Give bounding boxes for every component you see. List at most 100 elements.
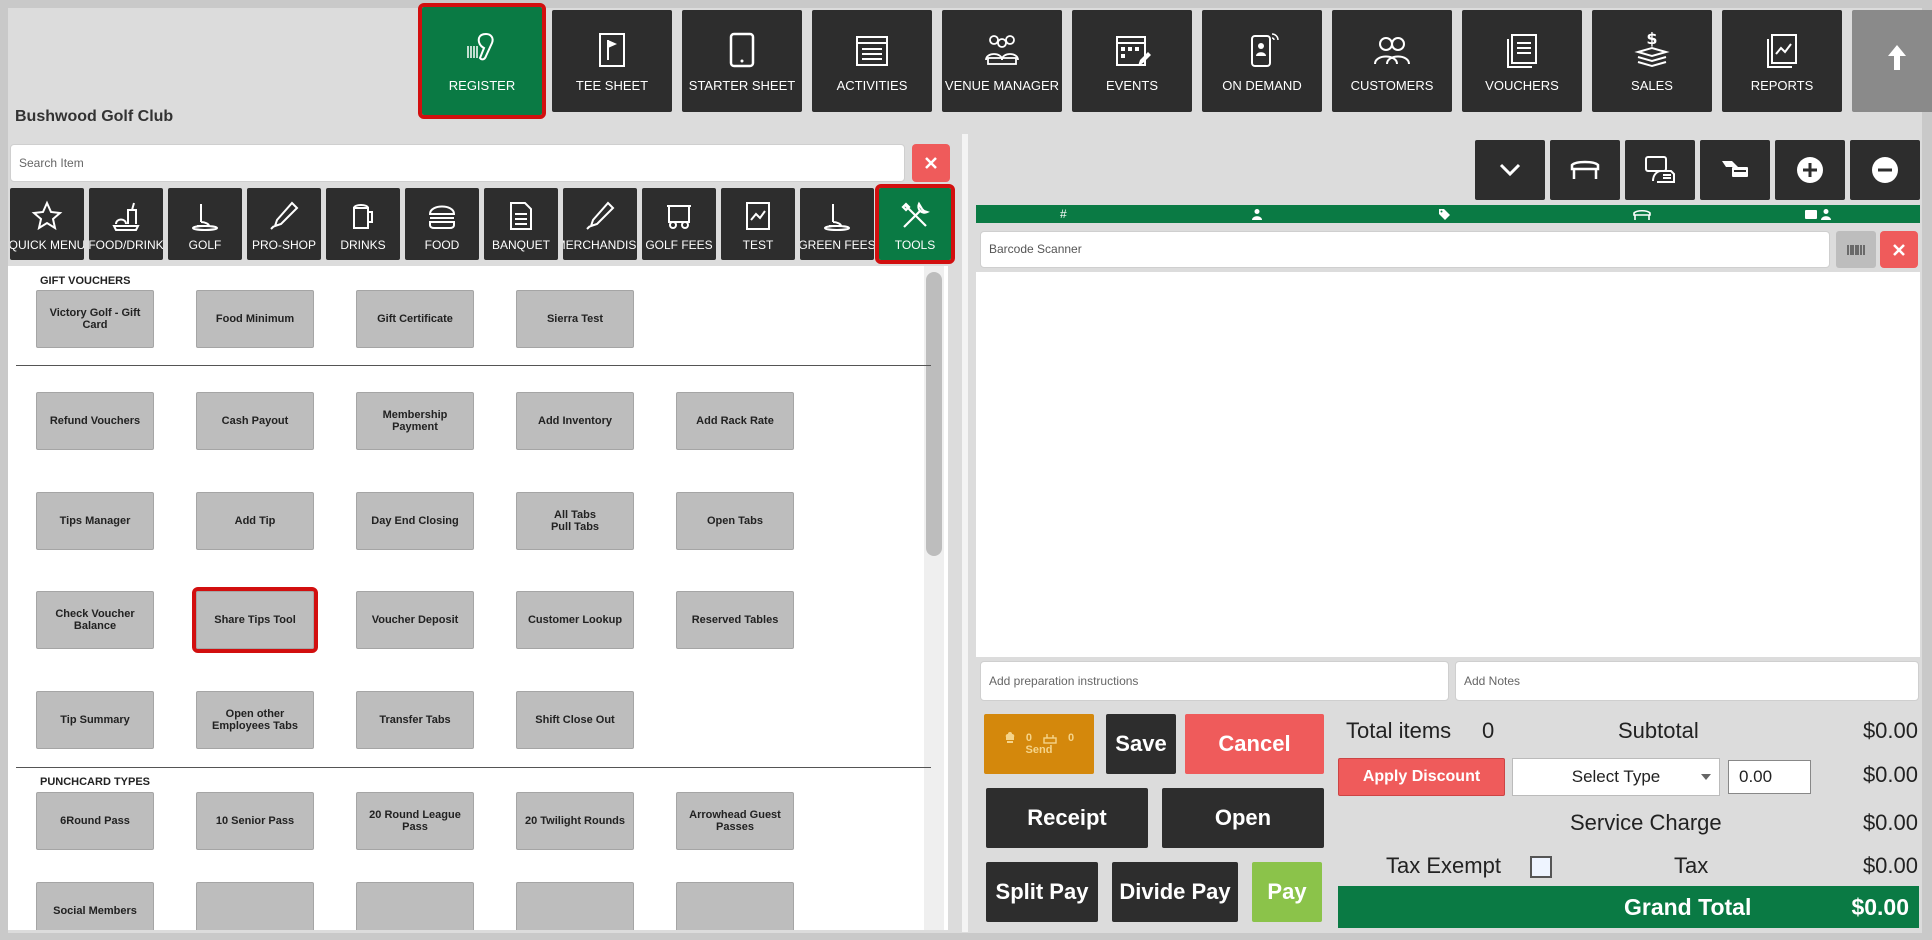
split-pay-button[interactable]: Split Pay [986, 862, 1098, 922]
total-items-label: Total items [1346, 718, 1452, 743]
receipt-button[interactable]: Receipt [986, 788, 1148, 848]
grand-total-label: Grand Total [1624, 894, 1752, 920]
nav-register[interactable]: REGISTER [418, 3, 546, 119]
item-tile[interactable]: Open other Employees Tabs [196, 691, 314, 749]
divide-pay-button[interactable]: Divide Pay [1112, 862, 1238, 922]
item-tile[interactable]: Tips Manager [36, 492, 154, 550]
beer-icon [353, 204, 373, 229]
send-count: 0 [1025, 732, 1032, 744]
item-tile[interactable]: Voucher Deposit [356, 591, 474, 649]
share-tips-tool-tile[interactable]: Share Tips Tool [192, 587, 318, 653]
pay-card-button[interactable] [1700, 140, 1770, 200]
category-drinks[interactable]: DRINKS [326, 188, 400, 260]
expand-button[interactable] [1475, 140, 1545, 200]
item-panel: Search Item QUICK MENU FOOD/DRINK GOLF P… [8, 140, 958, 930]
item-tile[interactable]: Add Rack Rate [676, 392, 794, 450]
category-tools[interactable]: TOOLS [875, 184, 955, 264]
search-input[interactable]: Search Item [10, 144, 905, 182]
nav-on-demand[interactable]: ON DEMAND [1202, 10, 1322, 112]
item-tile[interactable] [516, 882, 634, 930]
item-tile[interactable]: Gift Certificate [356, 290, 474, 348]
pay-button[interactable]: Pay [1252, 862, 1322, 922]
hand-card-button[interactable] [1625, 140, 1695, 200]
cancel-button[interactable]: Cancel [1185, 714, 1324, 774]
item-tile[interactable]: 6Round Pass [36, 792, 154, 850]
order-column-header: # [976, 205, 1920, 223]
item-tile[interactable]: Reserved Tables [676, 591, 794, 649]
category-banquet[interactable]: BANQUET [484, 188, 558, 260]
scrollbar-thumb[interactable] [926, 272, 942, 556]
category-golf-fees[interactable]: GOLF FEES [642, 188, 716, 260]
item-tile[interactable]: Cash Payout [196, 392, 314, 450]
item-tile[interactable]: Social Members [36, 882, 154, 930]
item-tile[interactable]: Open Tabs [676, 492, 794, 550]
item-tile[interactable]: 10 Senior Pass [196, 792, 314, 850]
nav-customers[interactable]: CUSTOMERS [1332, 10, 1452, 112]
category-pro-shop[interactable]: PRO-SHOP [247, 188, 321, 260]
category-label: BANQUET [491, 238, 550, 252]
table-icon [1633, 209, 1651, 220]
subtotal-label: Subtotal [1618, 718, 1699, 743]
category-test[interactable]: TEST [721, 188, 795, 260]
item-tile[interactable]: Day End Closing [356, 492, 474, 550]
nav-starter-sheet[interactable]: STARTER SHEET [682, 10, 802, 112]
discount-value-input[interactable]: 0.00 [1728, 760, 1811, 794]
item-tile[interactable]: All Tabs Pull Tabs [516, 492, 634, 550]
category-label: GREEN FEES [800, 238, 874, 252]
notes-input[interactable]: Add Notes [1455, 661, 1919, 701]
category-quick-menu[interactable]: QUICK MENU [10, 188, 84, 260]
tax-exempt-checkbox[interactable] [1530, 856, 1552, 878]
item-tile[interactable]: Customer Lookup [516, 591, 634, 649]
open-button[interactable]: Open [1162, 788, 1324, 848]
discount-type-select[interactable]: Select Type [1512, 758, 1720, 796]
item-tile[interactable]: Membership Payment [356, 392, 474, 450]
item-tile[interactable]: Add Tip [196, 492, 314, 550]
clear-search-button[interactable] [912, 144, 950, 182]
caret-down-icon [1701, 774, 1711, 780]
nav-venue-manager[interactable]: VENUE MANAGER [942, 10, 1062, 112]
category-label: DRINKS [340, 238, 386, 252]
item-tile[interactable]: 20 Round League Pass [356, 792, 474, 850]
category-golf[interactable]: GOLF [168, 188, 242, 260]
item-tile[interactable]: Sierra Test [516, 290, 634, 348]
add-button[interactable] [1775, 140, 1845, 200]
item-tile[interactable] [676, 882, 794, 930]
nav-vouchers[interactable]: VOUCHERS [1462, 10, 1582, 112]
save-button[interactable]: Save [1106, 714, 1176, 774]
remove-button[interactable] [1850, 140, 1920, 200]
item-tile[interactable]: Food Minimum [196, 290, 314, 348]
arrow-up-icon [1888, 45, 1906, 70]
item-tile[interactable]: Shift Close Out [516, 691, 634, 749]
apply-discount-button[interactable]: Apply Discount [1338, 758, 1505, 796]
nav-events[interactable]: EVENTS [1072, 10, 1192, 112]
item-tile[interactable]: Transfer Tabs [356, 691, 474, 749]
item-tile[interactable] [356, 882, 474, 930]
panel-divider[interactable] [962, 134, 968, 932]
clear-barcode-button[interactable] [1880, 231, 1918, 268]
nav-sales[interactable]: $ SALES [1592, 10, 1712, 112]
nav-activities[interactable]: ACTIVITIES [812, 10, 932, 112]
item-tile[interactable]: Arrowhead Guest Passes [676, 792, 794, 850]
item-tile[interactable]: Check Voucher Balance [36, 591, 154, 649]
item-tile[interactable] [196, 882, 314, 930]
send-button[interactable]: 0 0 Send [984, 714, 1094, 774]
table-button[interactable] [1550, 140, 1620, 200]
collapse-nav-button[interactable] [1852, 10, 1932, 112]
item-tile[interactable]: Tip Summary [36, 691, 154, 749]
nav-reports[interactable]: REPORTS [1722, 10, 1842, 112]
category-green-fees[interactable]: GREEN FEES [800, 188, 874, 260]
barcode-button[interactable] [1836, 231, 1876, 268]
scanner-icon [467, 32, 494, 60]
item-tile[interactable]: Victory Golf - Gift Card [36, 290, 154, 348]
barcode-scanner-input[interactable]: Barcode Scanner [980, 231, 1830, 268]
item-tile[interactable]: 20 Twilight Rounds [516, 792, 634, 850]
discount-amount: $0.00 [1862, 762, 1918, 787]
preparation-instructions-input[interactable]: Add preparation instructions [980, 661, 1449, 701]
nav-tee-sheet[interactable]: TEE SHEET [552, 10, 672, 112]
category-food-drink[interactable]: FOOD/DRINK [89, 188, 163, 260]
category-merchandise[interactable]: MERCHANDISE [563, 188, 637, 260]
tax-exempt-label: Tax Exempt [1386, 853, 1501, 878]
item-tile[interactable]: Add Inventory [516, 392, 634, 450]
item-tile[interactable]: Refund Vouchers [36, 392, 154, 450]
category-food[interactable]: FOOD [405, 188, 479, 260]
